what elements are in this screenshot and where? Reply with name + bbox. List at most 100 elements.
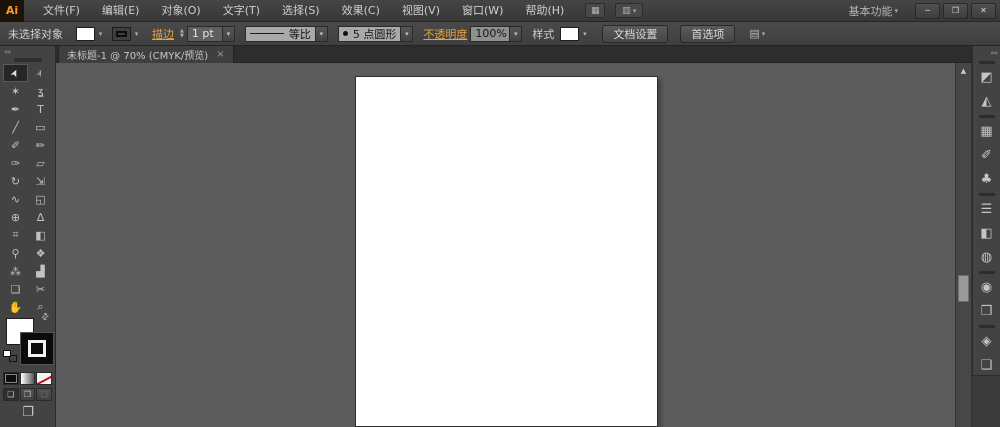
stroke-panel-button[interactable]: ☰ bbox=[973, 197, 1000, 221]
minimize-button[interactable]: ─ bbox=[915, 2, 940, 19]
transparency-panel-button[interactable]: ◍ bbox=[973, 245, 1000, 269]
menu-edit[interactable]: 编辑(E) bbox=[91, 0, 151, 22]
scroll-up-icon[interactable]: ▲ bbox=[956, 65, 971, 77]
preferences-button[interactable]: 首选项 bbox=[680, 24, 736, 43]
brushes-panel-button[interactable]: ✐ bbox=[973, 143, 1000, 167]
selection-tool[interactable]: ➤ bbox=[3, 64, 28, 82]
width-profile-combo[interactable]: 等比 ▾ bbox=[244, 25, 328, 42]
expand-panels-button[interactable]: «« bbox=[973, 46, 1000, 59]
opacity-panel-link[interactable]: 不透明度 bbox=[423, 26, 467, 42]
opacity-combo[interactable]: 100% ▾ bbox=[470, 25, 523, 42]
chevron-down-icon[interactable]: ▾ bbox=[95, 27, 106, 41]
fill-color-control[interactable]: ▾ bbox=[76, 26, 106, 41]
gradient-tool[interactable]: ◧ bbox=[28, 226, 53, 244]
free-transform-tool[interactable]: ◱ bbox=[28, 190, 53, 208]
brush-definition-combo[interactable]: 5 点圆形 ▾ bbox=[337, 25, 414, 42]
rectangle-tool[interactable]: ▭ bbox=[28, 118, 53, 136]
change-screen-mode-button[interactable]: ❐ bbox=[0, 402, 56, 422]
stroke-weight-value[interactable]: 1 pt bbox=[186, 25, 223, 42]
artboard[interactable] bbox=[355, 76, 658, 427]
mesh-tool[interactable]: ⌗ bbox=[3, 226, 28, 244]
draw-behind-button[interactable]: ❐ bbox=[19, 388, 36, 401]
swatches-panel-button[interactable]: ▦ bbox=[973, 119, 1000, 143]
style-swatch-control[interactable]: ▾ bbox=[560, 26, 590, 41]
swap-fill-stroke-icon[interactable]: ⇄ bbox=[40, 311, 52, 323]
workspace-switcher[interactable]: 基本功能 ▾ bbox=[848, 3, 898, 19]
gradient-button[interactable] bbox=[19, 372, 36, 385]
scale-tool[interactable]: ⇲ bbox=[28, 172, 53, 190]
direct-selection-tool[interactable]: ➢ bbox=[28, 64, 53, 82]
gradient-panel-button[interactable]: ◧ bbox=[973, 221, 1000, 245]
opacity-value[interactable]: 100% bbox=[470, 25, 511, 42]
appearance-panel-button[interactable]: ◉ bbox=[973, 275, 1000, 299]
dock-group-grip[interactable] bbox=[978, 193, 995, 196]
dock-group-grip[interactable] bbox=[978, 271, 995, 274]
menu-type[interactable]: 文字(T) bbox=[212, 0, 271, 22]
stroke-weight-combo[interactable]: 1 pt ▾ bbox=[186, 25, 235, 42]
artboard-tool[interactable]: ❏ bbox=[3, 280, 28, 298]
brush-definition-field[interactable]: 5 点圆形 bbox=[337, 25, 402, 42]
paintbrush-tool[interactable]: ✐ bbox=[3, 136, 28, 154]
draw-normal-button[interactable]: ❏ bbox=[3, 388, 19, 401]
eyedropper-tool[interactable]: ⚲ bbox=[3, 244, 28, 262]
document-setup-button[interactable]: 文档设置 bbox=[602, 24, 669, 43]
width-profile-field[interactable]: 等比 bbox=[244, 25, 316, 42]
dock-group-grip[interactable] bbox=[978, 61, 995, 64]
dock-group-grip[interactable] bbox=[978, 115, 995, 118]
control-panel-menu[interactable]: ▤ ▾ bbox=[749, 27, 765, 40]
chevron-down-icon[interactable]: ▾ bbox=[222, 25, 235, 42]
width-tool[interactable]: ∿ bbox=[3, 190, 28, 208]
menu-view[interactable]: 视图(V) bbox=[391, 0, 451, 22]
graphic-styles-panel-button[interactable]: ❒ bbox=[973, 299, 1000, 323]
blob-brush-tool[interactable]: ✑ bbox=[3, 154, 28, 172]
pen-tool[interactable]: ✒ bbox=[3, 100, 28, 118]
stroke-panel-link[interactable]: 描边 bbox=[152, 26, 174, 42]
fill-color-swatch[interactable] bbox=[76, 26, 95, 41]
perspective-grid-tool[interactable]: ∆ bbox=[28, 208, 53, 226]
style-swatch[interactable] bbox=[560, 26, 580, 41]
chevron-down-icon[interactable]: ▾ bbox=[401, 25, 414, 42]
tools-panel-header[interactable]: «« bbox=[0, 46, 55, 58]
chevron-down-icon[interactable]: ▾ bbox=[510, 25, 523, 42]
go-to-bridge-button[interactable]: ▦ bbox=[585, 3, 606, 18]
stroke-proxy-swatch[interactable] bbox=[20, 332, 54, 365]
type-tool[interactable]: T bbox=[28, 100, 53, 118]
document-tab[interactable]: 未标题-1 @ 70% (CMYK/预览) × bbox=[58, 46, 234, 63]
column-graph-tool[interactable]: ▟ bbox=[28, 262, 53, 280]
canvas-area[interactable] bbox=[56, 63, 955, 427]
chevron-down-icon[interactable]: ▾ bbox=[315, 25, 328, 42]
tab-close-icon[interactable]: × bbox=[216, 49, 224, 60]
symbols-panel-button[interactable]: ♣ bbox=[973, 167, 1000, 191]
menu-help[interactable]: 帮助(H) bbox=[514, 0, 575, 22]
symbol-sprayer-tool[interactable]: ⁂ bbox=[3, 262, 28, 280]
stroke-color-swatch[interactable] bbox=[112, 26, 131, 41]
line-segment-tool[interactable]: ╱ bbox=[3, 118, 28, 136]
eraser-tool[interactable]: ▱ bbox=[28, 154, 53, 172]
stroke-color-control[interactable]: ▾ bbox=[112, 26, 142, 41]
shape-builder-tool[interactable]: ⊕ bbox=[3, 208, 28, 226]
scrollbar-thumb[interactable] bbox=[958, 275, 969, 302]
rotate-tool[interactable]: ↻ bbox=[3, 172, 28, 190]
magic-wand-tool[interactable]: ✶ bbox=[3, 82, 28, 100]
slice-tool[interactable]: ✂ bbox=[28, 280, 53, 298]
layers-panel-button[interactable]: ◈ bbox=[973, 329, 1000, 353]
artboards-panel-button[interactable]: ❑ bbox=[973, 353, 1000, 377]
blend-tool[interactable]: ❖ bbox=[28, 244, 53, 262]
lasso-tool[interactable]: ʓ bbox=[28, 82, 53, 100]
restore-button[interactable]: ❐ bbox=[943, 2, 968, 19]
none-button[interactable] bbox=[36, 372, 53, 385]
draw-inside-button[interactable]: ❑ bbox=[36, 388, 53, 401]
default-fill-stroke-icon[interactable] bbox=[3, 350, 17, 362]
stroke-weight-stepper[interactable]: ▲ ▼ bbox=[180, 28, 184, 39]
menu-window[interactable]: 窗口(W) bbox=[451, 0, 514, 22]
menu-select[interactable]: 选择(S) bbox=[271, 0, 331, 22]
chevron-down-icon[interactable]: ▾ bbox=[131, 27, 142, 41]
color-guide-panel-button[interactable]: ◭ bbox=[973, 89, 1000, 113]
chevron-down-icon[interactable]: ▾ bbox=[579, 27, 590, 41]
menu-object[interactable]: 对象(O) bbox=[150, 0, 211, 22]
collapse-panel-icon[interactable]: «« bbox=[4, 48, 12, 56]
pencil-tool[interactable]: ✏ bbox=[28, 136, 53, 154]
dock-group-grip[interactable] bbox=[978, 325, 995, 328]
menu-effect[interactable]: 效果(C) bbox=[331, 0, 391, 22]
color-button[interactable] bbox=[3, 372, 19, 385]
